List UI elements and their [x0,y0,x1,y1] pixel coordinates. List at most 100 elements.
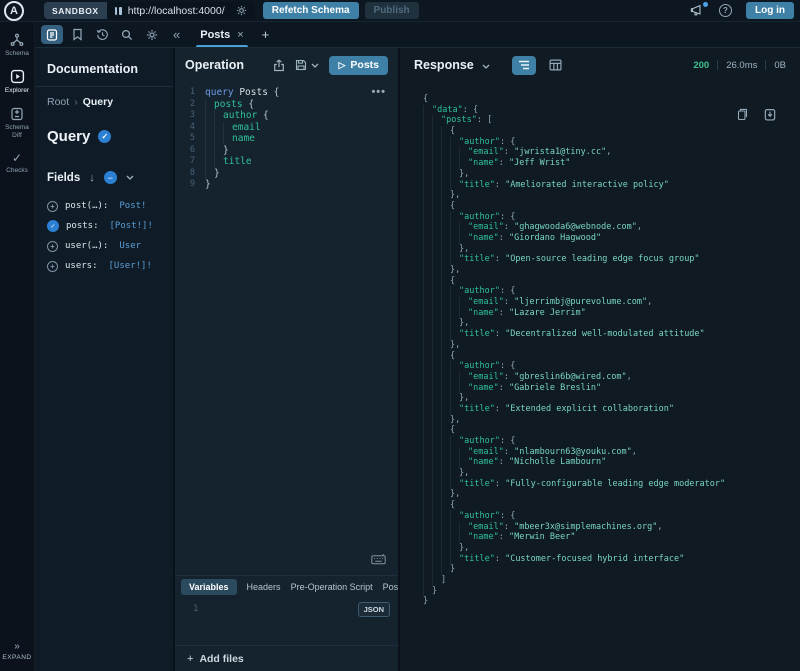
add-files-button[interactable]: + Add files [175,645,398,671]
indent-guide [441,340,450,351]
indent-guide [423,393,432,404]
operations-panel-icon[interactable] [41,25,63,44]
variables-editor[interactable]: 1 JSON [175,597,398,645]
add-field-plus-icon[interactable]: + [47,241,58,252]
explorer-settings-gear-icon[interactable] [141,25,163,44]
field-name: users: [65,261,98,271]
add-field-plus-icon[interactable]: + [47,201,58,212]
field-selected-check-icon[interactable]: ✓ [47,220,59,232]
indent-guide [450,554,459,565]
share-operation-icon[interactable] [273,59,285,72]
tab-close-icon[interactable]: × [237,29,243,41]
indent-guide [459,233,468,244]
refetch-schema-button[interactable]: Refetch Schema [263,2,359,19]
field-type[interactable]: [Post!]! [110,221,153,231]
response-json-line: { [423,351,800,362]
download-response-icon[interactable] [764,108,776,121]
sidebar-item-checks[interactable]: ✓ Checks [0,152,35,175]
keyboard-shortcuts-icon[interactable] [371,554,386,565]
run-operation-button[interactable]: ▷ Posts [329,56,388,75]
field-type[interactable]: [User!]! [109,261,152,271]
line-number: 1 [175,87,195,99]
sort-arrow-down-icon[interactable]: ↓ [89,172,95,184]
sidebar-item-schema[interactable]: Schema [0,33,35,58]
chevron-down-icon[interactable] [126,175,134,180]
indent-guide [441,404,450,415]
help-icon[interactable]: ? [719,4,732,17]
indent-guide [432,393,441,404]
response-json-line: "email": "nlambourn63@youku.com", [423,447,800,458]
field-row-posts[interactable]: ✓ posts:[Post!]! [47,216,163,236]
expand-sidebar-button[interactable]: » EXPAND [2,641,31,661]
pause-polling-icon[interactable] [115,7,122,15]
tab-posts[interactable]: Posts × [196,22,247,47]
sidebar-item-schema-diff[interactable]: Schema Diff [0,107,35,141]
response-json-line: } [423,586,800,597]
indent-guide [432,511,441,522]
saved-operations-bookmark-icon[interactable] [66,25,88,44]
indent-guide [450,180,459,191]
tab-pre-operation-script[interactable]: Pre-Operation Script [291,582,373,592]
connection-settings-gear-icon[interactable] [236,5,247,16]
save-operation-button[interactable] [295,59,319,71]
breadcrumb-root-link[interactable]: Root [47,96,69,108]
code-token: : [504,372,514,383]
field-row-users[interactable]: + users: [User!]! [47,256,163,276]
tree-view-icon[interactable] [512,56,536,75]
code-token: { [423,94,428,105]
chevron-down-icon [311,63,319,68]
code-token: }, [450,340,460,351]
code-token: }, [450,489,460,500]
tab-variables[interactable]: Variables [181,579,237,595]
endpoint-url-input[interactable]: http://localhost:4000/ [128,5,225,17]
code-token: : [ [477,115,492,126]
field-row-post[interactable]: + post(…):Post! [47,196,163,216]
indent-guide [441,286,450,297]
operation-menu-dots-icon[interactable]: ••• [371,88,386,96]
indent-guide [432,351,441,362]
endpoint-url-box[interactable]: http://localhost:4000/ [107,2,255,19]
tab-post-operation-script[interactable]: Post-Operation Script [383,582,398,592]
login-button[interactable]: Log in [746,2,794,19]
table-view-icon[interactable] [544,56,568,75]
field-type[interactable]: Post! [119,201,146,211]
response-json-viewer[interactable]: {"data": {"posts": [{"author": {"email":… [400,82,800,671]
indent-guide [423,340,432,351]
new-tab-button[interactable]: + [262,27,270,42]
status-code: 200 [693,60,709,71]
field-type[interactable]: User [119,241,141,251]
collapse-panel-icon[interactable]: « [173,27,180,42]
deselect-all-minus-icon[interactable]: − [104,171,117,184]
code-token: "Lazare Jerrim" [509,308,586,319]
copy-response-icon[interactable] [737,108,748,121]
indent-guide [423,233,432,244]
tab-headers[interactable]: Headers [247,582,281,592]
indent-guide [450,286,459,297]
code-token: : [499,308,509,319]
indent-guide [450,457,459,468]
add-field-plus-icon[interactable]: + [47,261,58,272]
code-token: "email" [468,147,504,158]
operation-code-line: 5name [175,133,398,145]
indent-guide [450,543,459,554]
response-json-line: }, [423,543,800,554]
active-tab-underline [196,45,247,48]
field-row-user[interactable]: + user(…):User [47,236,163,256]
variables-line-number: 1 [193,604,198,614]
code-token: "Decentralized well-modulated attitude" [505,329,705,340]
indent-guide [432,329,441,340]
operation-editor[interactable]: 1query Posts {2posts {3author {4email5na… [175,82,398,575]
publish-button[interactable]: Publish [365,2,419,19]
indent-guide [450,511,459,522]
response-json-line: "name": "Giordano Hagwood" [423,233,800,244]
announcements-megaphone-icon[interactable] [690,4,705,17]
history-icon[interactable] [91,25,113,44]
chevron-down-icon[interactable] [482,64,490,69]
operation-code-line: 1query Posts { [175,87,398,99]
search-icon[interactable] [116,25,138,44]
indent-guide [459,147,468,158]
json-mode-badge[interactable]: JSON [358,602,390,617]
fields-label: Fields [47,172,80,184]
type-title: Query [47,128,90,145]
sidebar-item-explorer[interactable]: Explorer [0,69,35,95]
